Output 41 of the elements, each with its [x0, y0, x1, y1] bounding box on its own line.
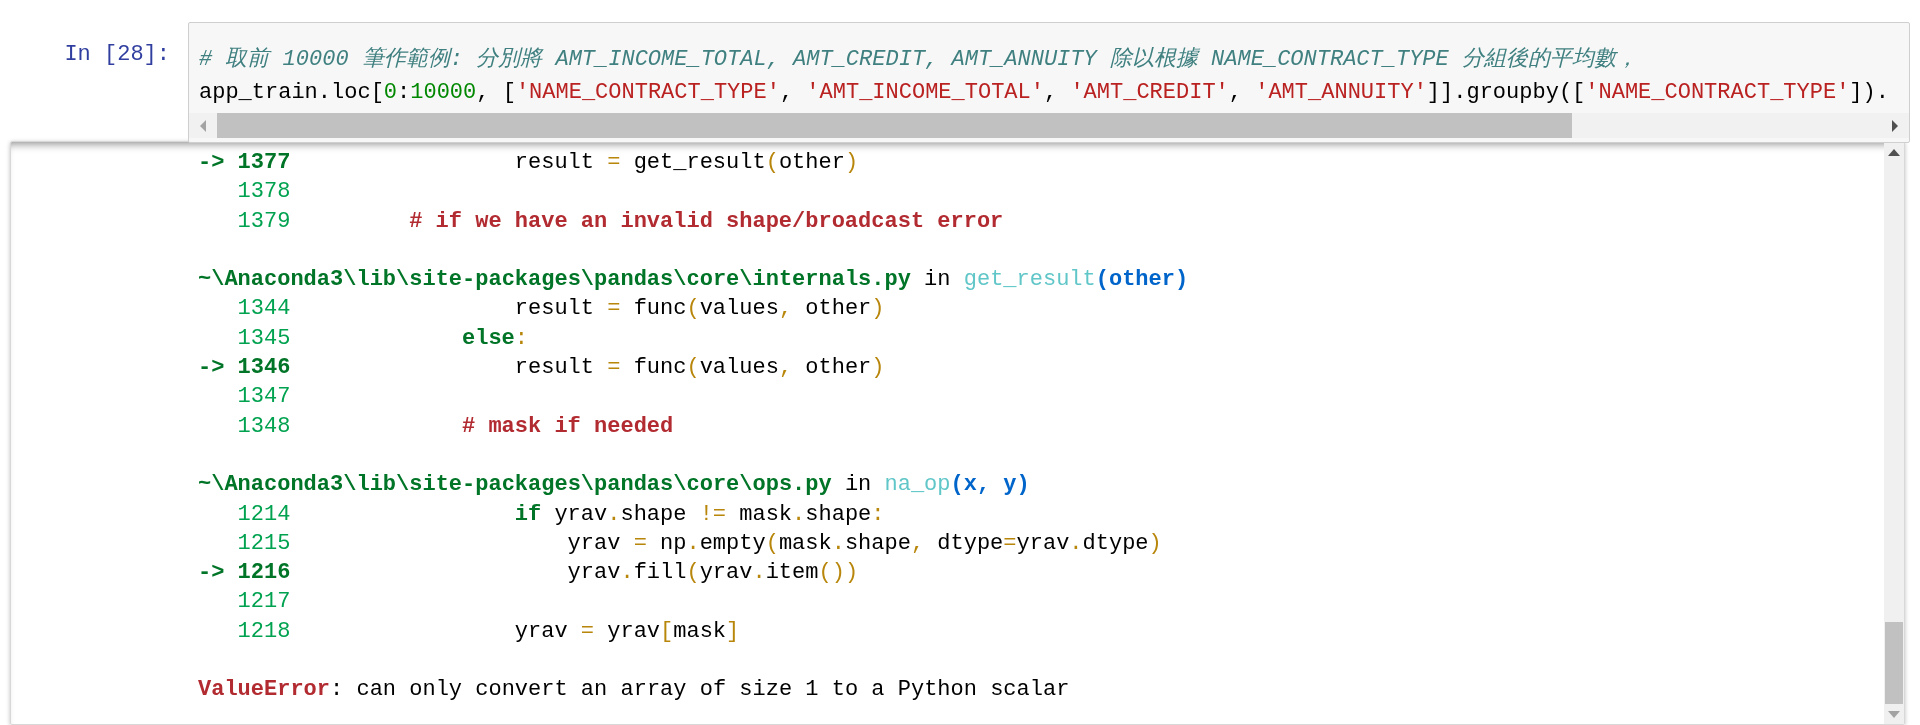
line-number: 1379	[237, 207, 291, 236]
line-number: 1216	[237, 559, 291, 588]
code-line: result = func(values, other)	[513, 295, 885, 324]
current-line-arrow: ->	[198, 560, 225, 586]
code-line: # 取前 10000 筆作範例: 分別將 AMT_INCOME_TOTAL, AMT_CREDIT, AMT_ANNUITY 除以根據 NAME_CONTRACT_TYPE 分組後的平均數，	[199, 46, 1639, 74]
scroll-up-icon[interactable]	[1888, 148, 1900, 156]
current-line-arrow: ->	[198, 150, 225, 175]
code-line: yrav = yrav[mask]	[513, 617, 740, 646]
scroll-left-icon[interactable]	[200, 119, 206, 132]
line-number: 1345	[237, 324, 291, 353]
code-line: result = get_result(other)	[513, 149, 859, 177]
scroll-down-icon[interactable]	[1888, 710, 1900, 718]
line-number: 1346	[237, 354, 291, 383]
line-number: 1217	[237, 588, 291, 617]
code-line: # if we have an invalid shape/broadcast error	[408, 207, 1004, 236]
line-number: 1214	[237, 500, 291, 529]
line-number: 1348	[237, 412, 291, 441]
code-line: # mask if needed	[461, 412, 674, 441]
line-number: 1215	[237, 529, 291, 558]
line-number: 1218	[237, 617, 291, 646]
code-line: result = func(values, other)	[513, 354, 885, 383]
line-number: 1377	[237, 149, 291, 177]
code-line: else:	[461, 324, 528, 353]
horizontal-scrollbar[interactable]	[189, 113, 1909, 138]
vertical-scrollbar[interactable]	[1884, 142, 1904, 724]
traceback-frame-header: ~\Anaconda3\lib\site-packages\pandas\core\internals.py in get_result(other)	[198, 266, 1189, 295]
code-line: if yrav.shape != mask.shape:	[513, 500, 885, 529]
code-line: yrav = np.empty(mask.shape, dtype=yrav.dtype)	[566, 529, 1162, 558]
code-line: app_train.loc[0:10000, ['NAME_CONTRACT_TYPE', 'AMT_INCOME_TOTAL', 'AMT_CREDIT', 'AMT_ANNUITY']].groupby(['NAME_CONTRACT_TYPE']).	[199, 79, 1890, 107]
code-line: yrav.fill(yrav.item())	[566, 559, 859, 588]
input-prompt: In [28]:	[63, 41, 171, 67]
current-line-arrow: ->	[198, 355, 225, 381]
scrollbar-thumb[interactable]	[1885, 622, 1903, 704]
line-number: 1344	[237, 295, 291, 324]
code-cell[interactable]	[188, 22, 1910, 143]
line-number: 1378	[237, 178, 291, 207]
scrollbar-thumb[interactable]	[217, 113, 1572, 138]
error-message: ValueError: can only convert an array of size 1 to a Python scalar	[198, 676, 1070, 705]
line-number: 1347	[237, 383, 291, 412]
scroll-right-icon[interactable]	[1892, 119, 1898, 132]
traceback-frame-header: ~\Anaconda3\lib\site-packages\pandas\core\ops.py in na_op(x, y)	[198, 471, 1030, 500]
